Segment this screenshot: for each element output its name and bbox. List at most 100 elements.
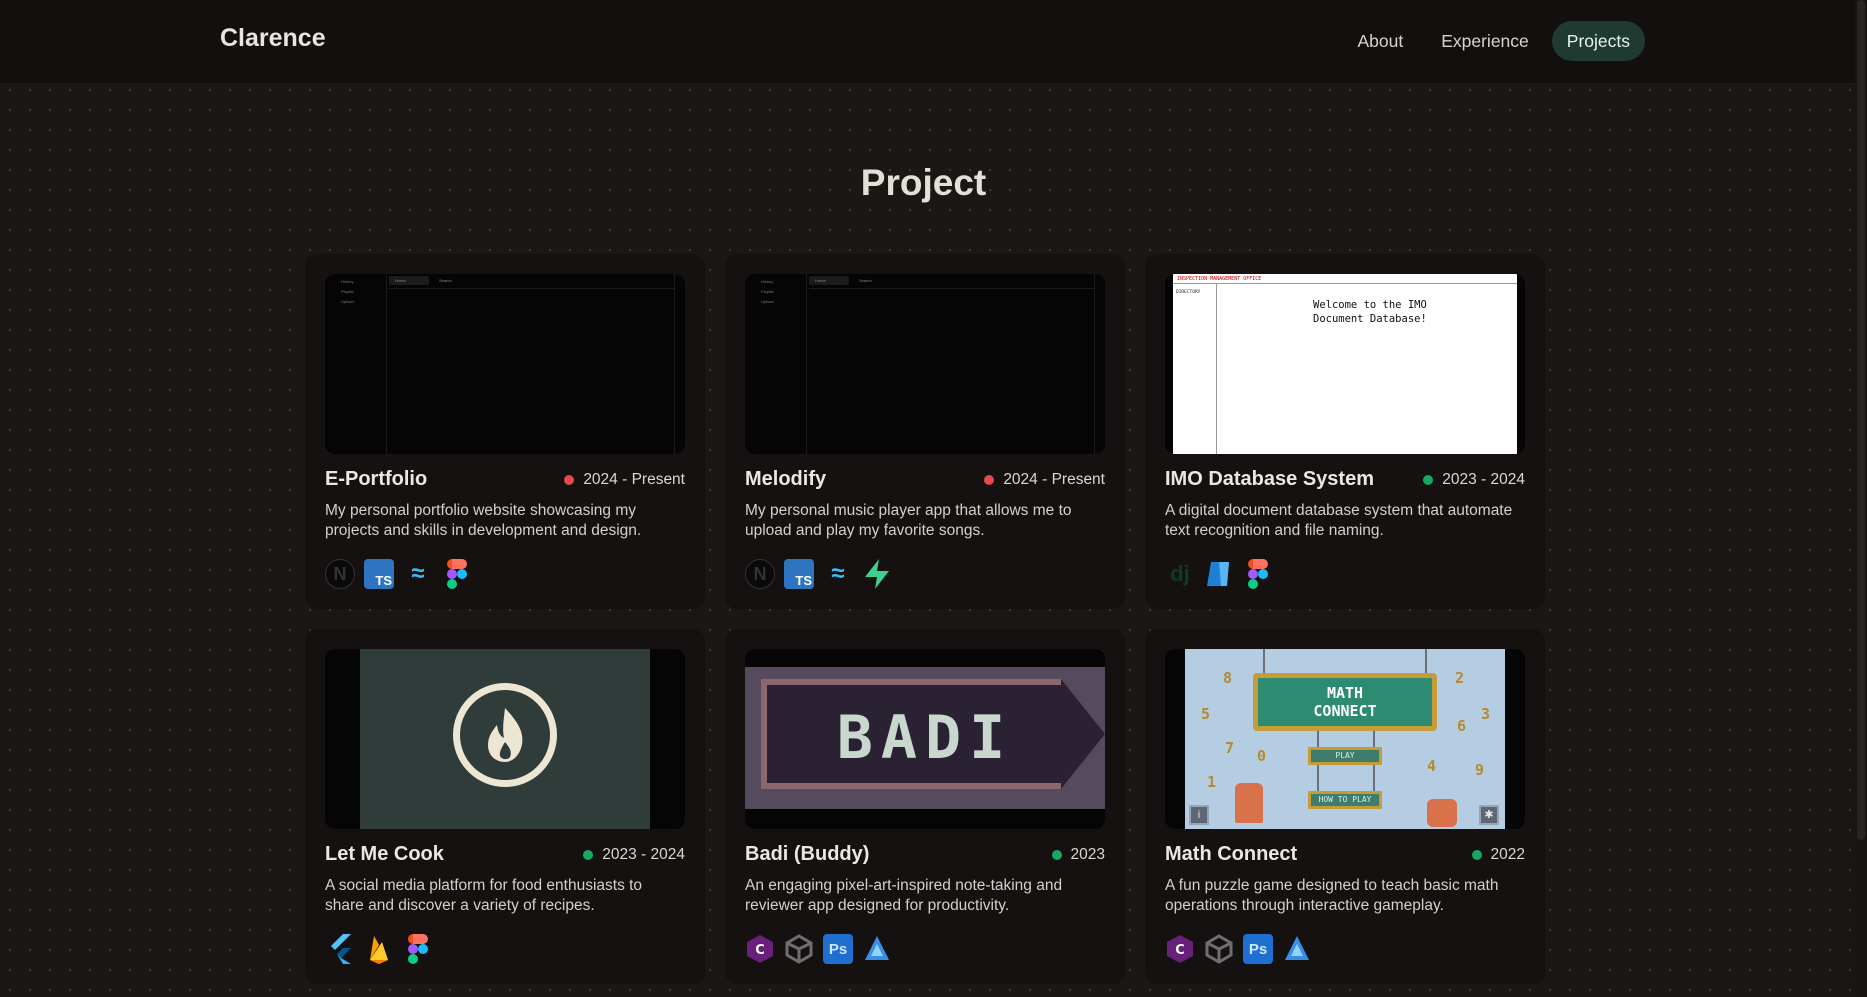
card-header: Melodify 2024 - Present: [745, 468, 1105, 491]
status-dot: [564, 474, 575, 485]
brand-name[interactable]: Clarence: [220, 24, 326, 53]
mock-sidebar: History Playlist Upload: [335, 274, 387, 454]
project-card-melodify[interactable]: History Playlist Upload Home Search Melo…: [725, 254, 1125, 609]
unity-icon: [1204, 934, 1234, 964]
project-date: 2024 - Present: [984, 471, 1105, 489]
flutter-icon: [325, 934, 355, 964]
let-me-cook-logo: [360, 649, 650, 829]
card-header: Math Connect 2022: [1165, 843, 1525, 866]
project-thumbnail: BADI: [745, 649, 1105, 829]
nav-projects[interactable]: Projects: [1551, 21, 1645, 61]
aseprite-icon: [862, 934, 892, 964]
floating-number: 4: [1427, 757, 1437, 775]
project-date: 2023 - 2024: [583, 846, 685, 864]
badi-logo-text: BADI: [836, 703, 1014, 773]
project-title: Badi (Buddy): [745, 843, 870, 865]
tech-stack: dj: [1165, 559, 1273, 589]
mock-divider: [389, 288, 674, 289]
aseprite-icon: [1282, 934, 1312, 964]
date-text: 2024 - Present: [583, 470, 685, 488]
photoshop-icon: Ps: [1243, 934, 1273, 964]
project-title: Math Connect: [1165, 843, 1298, 865]
mock-side-item: Upload: [761, 299, 774, 304]
project-card-let-me-cook[interactable]: Let Me Cook 2023 - 2024 A social media p…: [305, 629, 705, 984]
azure-icon: [1204, 559, 1234, 589]
status-dot: [984, 474, 995, 485]
project-card-math-connect[interactable]: MATH CONNECT PLAY HOW TO PLAY 8 5 7 0 1 …: [1145, 629, 1545, 984]
floating-number: 6: [1457, 717, 1467, 735]
mock-side-item: History: [761, 279, 774, 284]
mock-side-item: Playlist: [761, 289, 774, 294]
tailwind-icon: ≈: [831, 560, 845, 587]
project-thumbnail: [325, 649, 685, 829]
sign-text: MATH: [1326, 684, 1364, 702]
floating-number: 1: [1207, 773, 1217, 791]
date-text: 2023: [1070, 845, 1105, 863]
gear-icon: ✱: [1479, 805, 1499, 825]
project-description: My personal music player app that allows…: [745, 502, 1072, 539]
card-header: E-Portfolio 2024 - Present: [325, 468, 685, 491]
project-card-imo-database[interactable]: INSPECTION MANAGEMENT OFFICE DIRECTORY W…: [1145, 254, 1545, 609]
project-date: 2023 - 2024: [1423, 471, 1525, 489]
figma-icon: [1243, 559, 1273, 589]
info-icon: i: [1189, 805, 1209, 825]
math-connect-screenshot: MATH CONNECT PLAY HOW TO PLAY 8 5 7 0 1 …: [1185, 649, 1505, 829]
nav-about[interactable]: About: [1342, 21, 1418, 61]
project-thumbnail: MATH CONNECT PLAY HOW TO PLAY 8 5 7 0 1 …: [1165, 649, 1525, 829]
how-to-play-button-art: HOW TO PLAY: [1308, 791, 1382, 809]
mock-side-item: Playlist: [341, 289, 354, 294]
math-connect-sign: MATH CONNECT: [1253, 673, 1437, 731]
mock-tab: Home: [809, 276, 849, 285]
mock-tab: Search: [439, 278, 452, 283]
mock-side-item: Upload: [341, 299, 354, 304]
status-dot: [1471, 849, 1482, 860]
photoshop-icon: Ps: [823, 934, 853, 964]
scrollbar-thumb[interactable]: [1857, 0, 1865, 840]
card-header: Badi (Buddy) 2023: [745, 843, 1105, 866]
project-card-badi[interactable]: BADI Badi (Buddy) 2023 An engaging pixel…: [725, 629, 1125, 984]
project-description: A digital document database system that …: [1165, 502, 1513, 539]
date-text: 2023 - 2024: [1442, 470, 1525, 488]
tech-stack: N TS ≈: [745, 559, 892, 589]
mascot-sprite: [1235, 783, 1263, 823]
card-header: IMO Database System 2023 - 2024: [1165, 468, 1525, 491]
mock-side-item: History: [341, 279, 354, 284]
csharp-icon: C: [1165, 934, 1195, 964]
project-card-e-portfolio[interactable]: History Playlist Upload Home Search E-Po…: [305, 254, 705, 609]
floating-number: 9: [1475, 761, 1485, 779]
mock-divider: [809, 288, 1094, 289]
tech-stack: C Ps: [1165, 934, 1312, 964]
project-title: Let Me Cook: [325, 843, 444, 865]
nextjs-icon: N: [325, 559, 355, 589]
imo-welcome-line: Welcome to the IMO: [1313, 299, 1427, 311]
imo-sidebar: DIRECTORY: [1173, 284, 1217, 454]
page-scrollbar[interactable]: [1855, 0, 1867, 997]
supabase-icon: [862, 559, 892, 589]
floating-number: 5: [1201, 705, 1211, 723]
figma-icon: [403, 934, 433, 964]
flame-logo-ring: [453, 683, 557, 787]
svg-text:C: C: [755, 943, 765, 958]
project-date: 2022: [1471, 846, 1525, 864]
mock-divider: [1094, 274, 1095, 454]
tech-stack: N TS ≈: [325, 559, 472, 589]
project-thumbnail: INSPECTION MANAGEMENT OFFICE DIRECTORY W…: [1165, 274, 1525, 454]
tech-stack: C Ps: [745, 934, 892, 964]
card-header: Let Me Cook 2023 - 2024: [325, 843, 685, 866]
project-title: E-Portfolio: [325, 468, 428, 490]
status-dot: [1423, 474, 1434, 485]
date-text: 2023 - 2024: [602, 845, 685, 863]
mock-sidebar: History Playlist Upload: [755, 274, 807, 454]
main-nav: About Experience Projects: [1342, 21, 1645, 61]
django-icon: dj: [1170, 561, 1190, 586]
sign-chain: [1425, 649, 1427, 675]
floating-number: 3: [1481, 705, 1491, 723]
project-title: Melodify: [745, 468, 827, 490]
mock-tabs: Home Search: [389, 276, 473, 286]
imo-header: INSPECTION MANAGEMENT OFFICE: [1173, 274, 1517, 284]
mock-divider: [674, 274, 675, 454]
svg-text:C: C: [1175, 943, 1185, 958]
project-description: My personal portfolio website showcasing…: [325, 502, 642, 539]
nav-experience[interactable]: Experience: [1426, 21, 1544, 61]
date-text: 2024 - Present: [1003, 470, 1105, 488]
